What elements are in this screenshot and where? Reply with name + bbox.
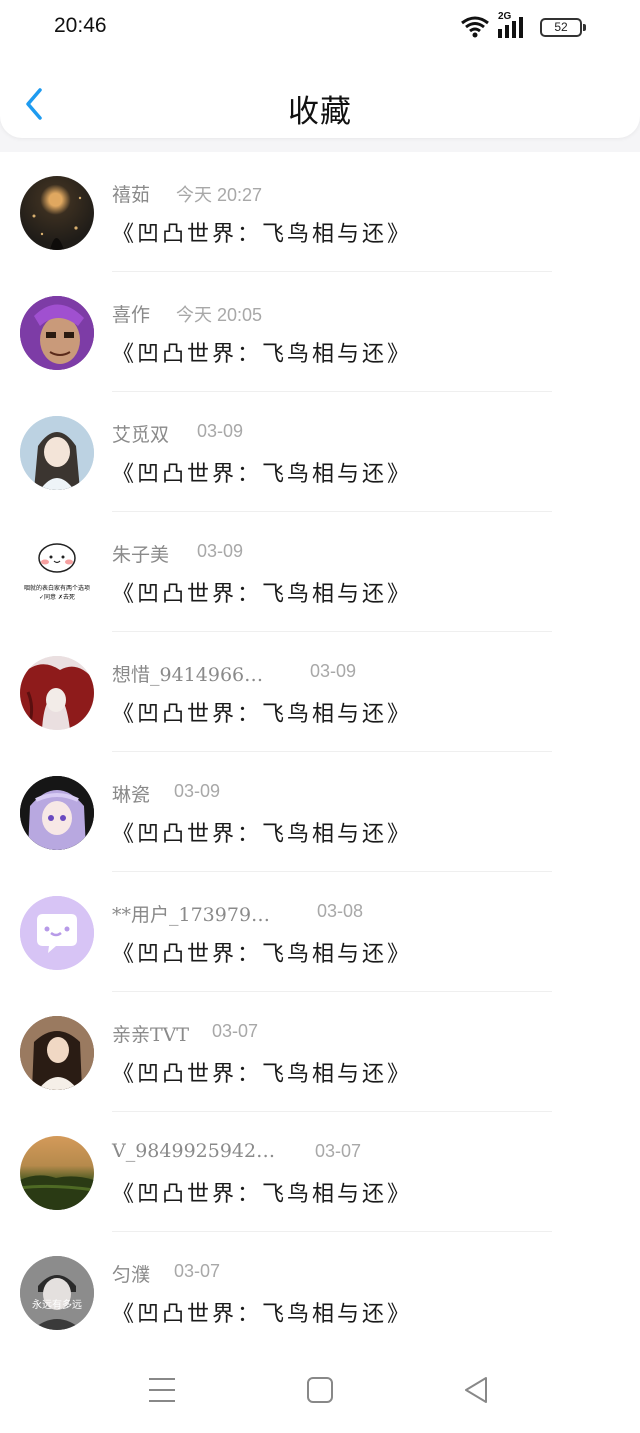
chat-bubble-icon xyxy=(20,896,94,970)
avatar[interactable] xyxy=(20,656,94,730)
top-bar: 20:46 2G 52 收藏 xyxy=(0,0,640,138)
avatar-caption: 永远有多远 xyxy=(32,1300,82,1311)
back-triangle-icon[interactable] xyxy=(461,1374,493,1406)
work-title[interactable]: 《凹凸世界：飞鸟相与还》 xyxy=(112,456,412,488)
item-meta: 琳瓷 03-09 xyxy=(112,780,532,808)
item-meta: 亲亲TVT 03-07 xyxy=(112,1020,532,1048)
avatar-image xyxy=(20,416,94,490)
favorites-list: 禧茹 今天 20:27 《凹凸世界：飞鸟相与还》 喜作 今天 20:05 《凹凸… xyxy=(0,152,640,1352)
work-title[interactable]: 《凹凸世界：飞鸟相与还》 xyxy=(112,216,412,248)
user-name[interactable]: 禧茹 xyxy=(112,180,150,207)
system-nav-bar xyxy=(0,1352,640,1433)
user-name[interactable]: V_9849925942… xyxy=(112,1140,275,1162)
list-item[interactable]: 永远有多远 匀濮 03-07 《凹凸世界：飞鸟相与还》 xyxy=(0,1232,640,1352)
avatar[interactable]: 永远有多远 xyxy=(20,1256,94,1330)
item-meta: **用户_173979… 03-08 xyxy=(112,900,532,928)
avatar[interactable] xyxy=(20,176,94,250)
list-item[interactable]: 艾觅双 03-09 《凹凸世界：飞鸟相与还》 xyxy=(0,392,640,512)
work-title[interactable]: 《凹凸世界：飞鸟相与还》 xyxy=(112,336,412,368)
status-time: 20:46 xyxy=(54,14,107,37)
work-title[interactable]: 《凹凸世界：飞鸟相与还》 xyxy=(112,1056,412,1088)
work-title[interactable]: 《凹凸世界：飞鸟相与还》 xyxy=(112,1176,412,1208)
user-name[interactable]: 亲亲TVT xyxy=(112,1020,189,1047)
work-title[interactable]: 《凹凸世界：飞鸟相与还》 xyxy=(112,816,412,848)
battery-cap xyxy=(583,24,586,31)
list-item[interactable]: 琳瓷 03-09 《凹凸世界：飞鸟相与还》 xyxy=(0,752,640,872)
item-meta: 喜作 今天 20:05 xyxy=(112,300,532,328)
home-icon[interactable] xyxy=(304,1374,336,1406)
collect-time: 03-09 xyxy=(174,781,221,801)
user-name[interactable]: 琳瓷 xyxy=(112,780,150,807)
user-name[interactable]: 匀濮 xyxy=(112,1260,150,1287)
avatar-image xyxy=(32,196,82,250)
avatar-image xyxy=(20,656,94,730)
list-item[interactable]: **用户_173979… 03-08 《凹凸世界：飞鸟相与还》 xyxy=(0,872,640,992)
list-item[interactable]: 想惜_9414966… 03-09 《凹凸世界：飞鸟相与还》 xyxy=(0,632,640,752)
avatar-image xyxy=(20,776,94,850)
avatar-image xyxy=(20,1175,94,1210)
list-item[interactable]: 咽就的表白家有两个选项 ✓同意 ✗去死 朱子美 03-09 《凹凸世界：飞鸟相与… xyxy=(0,512,640,632)
avatar[interactable]: 咽就的表白家有两个选项 ✓同意 ✗去死 xyxy=(20,536,94,610)
user-name[interactable]: 想惜_9414966… xyxy=(112,660,263,687)
signal-icon xyxy=(498,17,523,38)
status-icons: 2G 52 xyxy=(460,11,590,40)
avatar[interactable] xyxy=(20,296,94,370)
avatar[interactable] xyxy=(20,416,94,490)
collect-time: 03-09 xyxy=(197,421,244,441)
collect-time: 今天 20:05 xyxy=(176,305,263,325)
user-name[interactable]: 喜作 xyxy=(112,300,150,327)
collect-time: 03-07 xyxy=(315,1141,362,1161)
list-item[interactable]: V_9849925942… 03-07 《凹凸世界：飞鸟相与还》 xyxy=(0,1112,640,1232)
collect-time: 03-09 xyxy=(310,661,357,681)
avatar-image xyxy=(20,1016,94,1090)
avatar[interactable] xyxy=(20,1016,94,1090)
list-item[interactable]: 亲亲TVT 03-07 《凹凸世界：飞鸟相与还》 xyxy=(0,992,640,1112)
item-meta: 想惜_9414966… 03-09 xyxy=(112,660,532,688)
item-meta: 匀濮 03-07 xyxy=(112,1260,532,1288)
user-name[interactable]: 朱子美 xyxy=(112,540,169,567)
avatar-caption: 咽就的表白家有两个选项 ✓同意 ✗去死 xyxy=(23,585,90,601)
work-title[interactable]: 《凹凸世界：飞鸟相与还》 xyxy=(112,936,412,968)
avatar[interactable] xyxy=(20,1136,94,1210)
avatar[interactable] xyxy=(20,776,94,850)
work-title[interactable]: 《凹凸世界：飞鸟相与还》 xyxy=(112,576,412,608)
work-title[interactable]: 《凹凸世界：飞鸟相与还》 xyxy=(112,1296,412,1328)
menu-icon[interactable] xyxy=(146,1374,178,1406)
collect-time: 03-07 xyxy=(174,1261,221,1281)
wifi-icon xyxy=(461,16,489,38)
page-title: 收藏 xyxy=(288,94,352,130)
list-item[interactable]: 禧茹 今天 20:27 《凹凸世界：飞鸟相与还》 xyxy=(0,152,640,272)
collect-time: 03-08 xyxy=(317,901,364,921)
avatar[interactable] xyxy=(20,896,94,970)
list-item[interactable]: 喜作 今天 20:05 《凹凸世界：飞鸟相与还》 xyxy=(0,272,640,392)
item-meta: V_9849925942… 03-07 xyxy=(112,1140,532,1168)
collect-time: 03-09 xyxy=(197,541,244,561)
collect-time: 今天 20:27 xyxy=(176,185,263,205)
work-title[interactable]: 《凹凸世界：飞鸟相与还》 xyxy=(112,696,412,728)
avatar-image xyxy=(20,296,94,370)
item-meta: 艾觅双 03-09 xyxy=(112,420,532,448)
item-meta: 禧茹 今天 20:27 xyxy=(112,180,532,208)
item-meta: 朱子美 03-09 xyxy=(112,540,532,568)
avatar-image xyxy=(20,1256,94,1330)
battery-icon: 52 xyxy=(540,18,582,37)
user-name[interactable]: 艾觅双 xyxy=(112,420,169,447)
user-name[interactable]: **用户_173979… xyxy=(112,900,270,927)
collect-time: 03-07 xyxy=(212,1021,259,1041)
